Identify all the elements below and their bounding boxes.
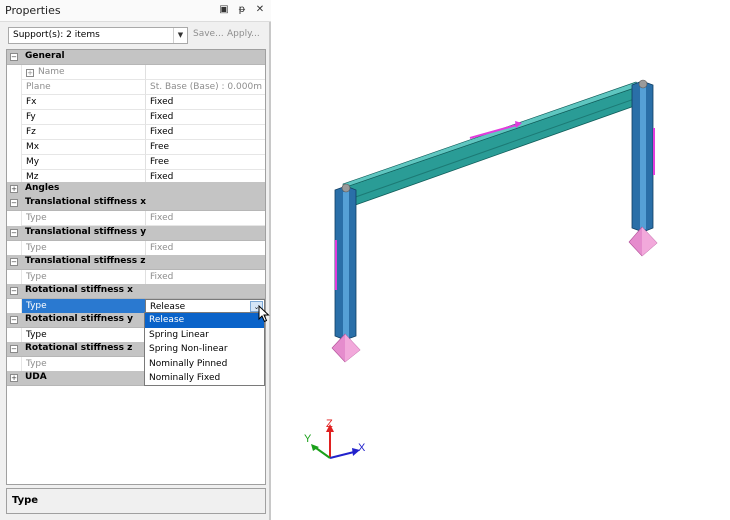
prop-value[interactable]: Free: [145, 155, 265, 170]
type-dropdown-list: Release Spring Linear Spring Non-linear …: [144, 312, 265, 386]
prop-name: Type: [21, 299, 145, 314]
prop-value[interactable]: Free: [145, 140, 265, 155]
prop-row-trans-y-type[interactable]: Type Fixed: [7, 241, 265, 256]
prop-row-fy[interactable]: Fy Fixed: [7, 110, 265, 125]
category-label: Angles: [25, 183, 60, 193]
dropdown-option-release[interactable]: Release: [145, 313, 264, 328]
dropdown-option-nominally-pinned[interactable]: Nominally Pinned: [145, 357, 264, 372]
prop-name: My: [21, 155, 145, 170]
x-label: X: [358, 442, 366, 454]
left-column-web: [343, 190, 349, 340]
category-angles[interactable]: + Angles: [7, 182, 265, 197]
y-label: Y: [304, 433, 312, 445]
category-general[interactable]: − General: [7, 50, 265, 65]
selection-value: Support(s): 2 items: [13, 30, 100, 40]
right-column-web: [640, 84, 646, 231]
category-label: Rotational stiffness x: [25, 285, 133, 295]
prop-value[interactable]: Fixed: [145, 241, 265, 256]
left-support-face: [345, 334, 360, 362]
prop-row-trans-z-type[interactable]: Type Fixed: [7, 270, 265, 285]
prop-value[interactable]: St. Base (Base) : 0.000m: [145, 80, 265, 95]
description-pane: Type: [6, 488, 266, 514]
expand-icon[interactable]: +: [26, 69, 34, 77]
prop-row-name[interactable]: + Name: [7, 65, 265, 80]
category-rot-x[interactable]: − Rotational stiffness x: [7, 284, 265, 299]
prop-row-fz[interactable]: Fz Fixed: [7, 125, 265, 140]
close-icon[interactable]: ✕: [255, 4, 265, 16]
panel-toolbar: Support(s): 2 items ▼ Save... Apply...: [0, 23, 271, 47]
prop-value[interactable]: Fixed: [145, 110, 265, 125]
prop-name: Type: [21, 241, 145, 256]
category-trans-x[interactable]: − Translational stiffness x: [7, 196, 265, 211]
prop-value[interactable]: Fixed: [145, 270, 265, 285]
category-label: Rotational stiffness y: [25, 314, 134, 324]
prop-name: Plane: [21, 80, 145, 95]
collapse-icon[interactable]: −: [10, 287, 18, 295]
collapse-icon[interactable]: −: [10, 53, 18, 61]
prop-value[interactable]: Fixed: [145, 125, 265, 140]
prop-row-plane[interactable]: Plane St. Base (Base) : 0.000m: [7, 80, 265, 95]
category-trans-y[interactable]: − Translational stiffness y: [7, 226, 265, 241]
prop-value[interactable]: [145, 65, 265, 80]
collapse-icon[interactable]: −: [10, 258, 18, 266]
prop-value[interactable]: Fixed: [145, 211, 265, 226]
category-label: Translational stiffness x: [25, 197, 147, 207]
mouse-cursor-icon: [258, 305, 270, 323]
right-support-face: [642, 227, 657, 256]
axis-triad: Z X Y: [304, 418, 366, 459]
dropdown-option-nominally-fixed[interactable]: Nominally Fixed: [145, 371, 264, 386]
category-label: Rotational stiffness z: [25, 343, 133, 353]
description-title: Type: [12, 495, 39, 506]
prop-name: Mx: [21, 140, 145, 155]
collapse-icon[interactable]: −: [10, 199, 18, 207]
prop-name: Type: [21, 328, 145, 343]
dropdown-option-spring-nonlinear[interactable]: Spring Non-linear: [145, 342, 264, 357]
pin-icon[interactable]: ᵽ: [237, 4, 247, 16]
float-icon[interactable]: ▣: [219, 4, 229, 16]
properties-panel: Properties ▣ ᵽ ✕ Support(s): 2 items ▼ S…: [0, 0, 271, 520]
panel-title-bar: Properties ▣ ᵽ ✕: [0, 0, 271, 22]
dropdown-option-spring-linear[interactable]: Spring Linear: [145, 328, 264, 343]
prop-name: Type: [21, 211, 145, 226]
top-beam[interactable]: [342, 85, 641, 209]
prop-name: Fx: [21, 95, 145, 110]
collapse-icon[interactable]: −: [10, 316, 18, 324]
prop-value[interactable]: Fixed: [145, 95, 265, 110]
left-joint-node[interactable]: [341, 183, 351, 193]
app-window: Properties ▣ ᵽ ✕ Support(s): 2 items ▼ S…: [0, 0, 730, 520]
prop-name: Type: [21, 357, 145, 372]
prop-value: Release: [150, 302, 186, 312]
category-label: Translational stiffness y: [25, 227, 147, 237]
expand-icon[interactable]: +: [10, 374, 18, 382]
collapse-icon[interactable]: −: [10, 345, 18, 353]
chevron-down-icon[interactable]: ▼: [173, 28, 187, 43]
y-axis: [315, 447, 331, 459]
property-grid: − General + Name Plane St. Base (Base) : …: [6, 49, 266, 485]
z-label: Z: [326, 418, 333, 430]
top-beam-flange: [342, 81, 641, 189]
prop-name: Fz: [21, 125, 145, 140]
panel-title: Properties: [5, 4, 61, 17]
prop-name: Type: [21, 270, 145, 285]
collapse-icon[interactable]: −: [10, 229, 18, 237]
category-trans-z[interactable]: − Translational stiffness z: [7, 255, 265, 270]
prop-row-fx[interactable]: Fx Fixed: [7, 95, 265, 110]
prop-name: Name: [38, 67, 65, 77]
prop-row-my[interactable]: My Free: [7, 155, 265, 170]
save-button[interactable]: Save...: [193, 29, 224, 39]
category-label: Translational stiffness z: [25, 256, 146, 266]
prop-name: Fy: [21, 110, 145, 125]
category-label: UDA: [25, 372, 47, 382]
prop-row-mx[interactable]: Mx Free: [7, 140, 265, 155]
x-axis: [329, 451, 355, 459]
category-label: General: [25, 51, 65, 61]
right-joint-node[interactable]: [638, 79, 648, 89]
expand-icon[interactable]: +: [10, 185, 18, 193]
selection-dropdown[interactable]: Support(s): 2 items ▼: [8, 27, 188, 44]
apply-button[interactable]: Apply...: [227, 29, 260, 39]
beam-web-line: [346, 96, 641, 201]
prop-row-trans-x-type[interactable]: Type Fixed: [7, 211, 265, 226]
